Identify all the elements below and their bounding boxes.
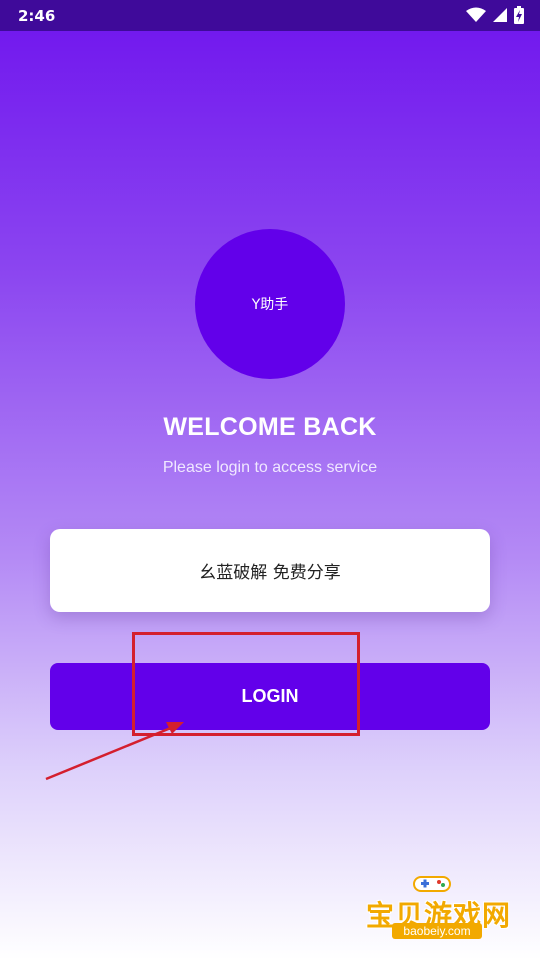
wifi-icon xyxy=(466,7,486,23)
annotation-highlight-box xyxy=(132,632,360,736)
battery-icon xyxy=(514,6,524,24)
signal-icon xyxy=(492,7,508,23)
status-bar: 2:46 xyxy=(0,0,540,31)
watermark-logo: 宝贝游戏网 baobeiy.com xyxy=(362,872,512,952)
welcome-subtitle: Please login to access service xyxy=(162,459,378,476)
notice-text: 幺蓝破解 免费分享 xyxy=(199,563,341,583)
welcome-title: WELCOME BACK xyxy=(163,413,377,441)
notice-card: 幺蓝破解 免费分享 xyxy=(50,529,490,612)
watermark-url: baobeiy.com xyxy=(392,923,482,939)
status-time: 2:46 xyxy=(18,7,56,25)
status-icons xyxy=(466,6,524,24)
app-logo: Y助手 xyxy=(195,229,345,379)
annotation-arrow xyxy=(45,722,184,781)
app-logo-text: Y助手 xyxy=(251,297,289,313)
